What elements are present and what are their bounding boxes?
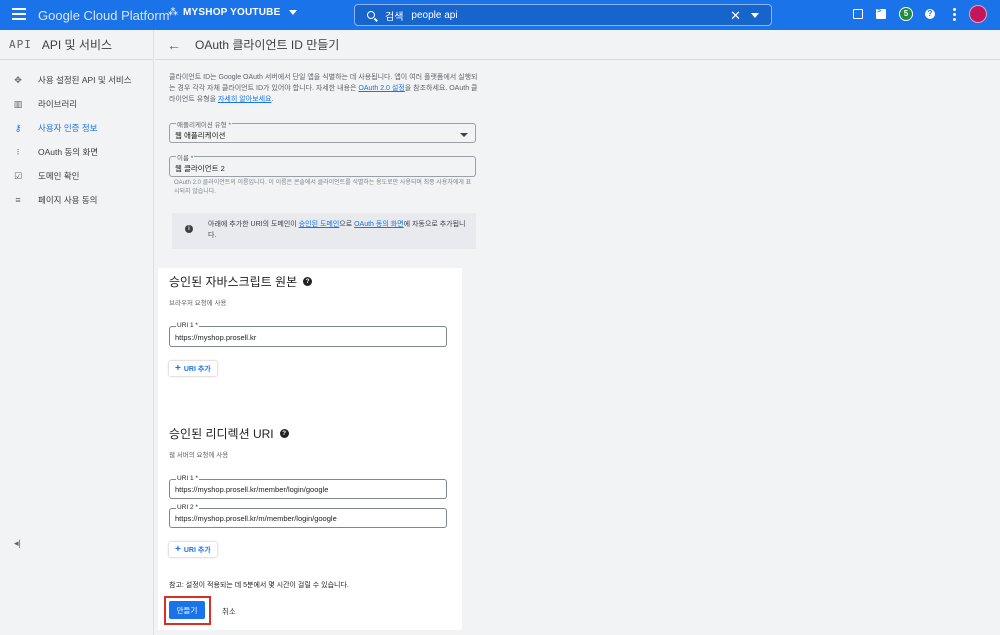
sidebar-title: API 및 서비스 — [41, 38, 113, 52]
sidebar-item-domain-verification[interactable]: ☑ 도메인 확인 — [0, 164, 153, 188]
sidebar-item-label: 도메인 확인 — [38, 171, 80, 181]
back-arrow-icon[interactable]: ← — [167, 37, 181, 53]
help-circle-icon[interactable]: ? — [303, 277, 313, 286]
oauth-setup-link[interactable]: OAuth 2.0 설정 — [358, 85, 404, 92]
top-app-bar: Google Cloud Platform ⁂ MYSHOP YOUTUBE 검… — [0, 0, 1000, 30]
uri-label: URI 2 * — [176, 504, 199, 511]
intro-text-part: . — [271, 96, 274, 103]
name-field[interactable]: 이름 * 웹 클라이언트 2 — [169, 152, 476, 177]
search-input[interactable]: people api — [411, 10, 457, 21]
sidebar-item-enabled-apis[interactable]: ✥ 사용 설정된 API 및 서비스 — [0, 68, 153, 92]
add-js-origin-button[interactable]: + URI 추가 — [169, 361, 217, 376]
user-avatar[interactable] — [969, 5, 987, 23]
sidebar-header: API API 및 서비스 — [0, 30, 153, 60]
search-icon — [367, 11, 375, 19]
info-icon: i — [185, 225, 193, 233]
redirect-uris-subtitle: 웹 서버의 요청에 사용 — [169, 452, 229, 459]
settings-note: 참고: 설정이 적용되는 데 5분에서 몇 시간이 걸릴 수 있습니다. — [169, 582, 349, 589]
sidebar: API API 및 서비스 ✥ 사용 설정된 API 및 서비스 ▥ 라이브러리… — [0, 30, 154, 635]
sidebar-item-library[interactable]: ▥ 라이브러리 — [0, 92, 153, 116]
more-options-icon[interactable] — [953, 8, 957, 23]
search-label: 검색 — [385, 11, 404, 23]
expand-search-icon[interactable] — [751, 13, 759, 18]
page-title: OAuth 클라이언트 ID 만들기 — [195, 38, 340, 52]
sidebar-item-label: 사용 설정된 API 및 서비스 — [38, 75, 132, 85]
redirect-uris-title: 승인된 리디렉션 URI ? — [169, 425, 289, 442]
intro-text: 클라이언트 ID는 Google OAuth 서버에서 단일 앱을 식별하는 데… — [169, 72, 479, 105]
notification-badge[interactable]: 5 — [899, 7, 913, 21]
sidebar-item-label: 사용자 인증 정보 — [38, 123, 98, 133]
create-button[interactable]: 만들기 — [169, 601, 205, 619]
diamond-icon: ✥ — [14, 75, 22, 85]
name-value: 웹 클라이언트 2 — [175, 164, 225, 173]
js-origins-title-text: 승인된 자바스크립트 원본 — [169, 275, 298, 289]
uri-panel: 승인된 자바스크립트 원본 ? 브라우저 요청에 사용 URI 1 * http… — [158, 268, 462, 630]
caret-down-icon — [289, 10, 298, 15]
page-header: ← OAuth 클라이언트 ID 만들기 — [155, 30, 1000, 60]
name-label: 이름 * — [176, 152, 195, 162]
uri-label: URI 1 * — [176, 475, 199, 482]
app-type-label: 애플리케이션 유형 * — [176, 119, 232, 129]
uri-value: https://myshop.prosell.kr/member/login/g… — [175, 485, 329, 494]
cloud-shell-icon[interactable] — [876, 8, 886, 19]
info-text-part: 으로 — [339, 221, 355, 228]
sidebar-item-label: 라이브러리 — [38, 99, 78, 109]
app-type-select[interactable]: 애플리케이션 유형 * 웹 애플리케이션 — [169, 119, 476, 143]
create-button-highlight: 만들기 — [164, 596, 211, 625]
oauth-consent-link[interactable]: OAuth 동의 화면 — [354, 221, 404, 228]
add-uri-label: URI 추가 — [183, 365, 211, 373]
uri-value: https://myshop.prosell.kr — [175, 333, 257, 342]
collapse-sidebar-icon[interactable]: ◂| — [14, 538, 21, 549]
cancel-button[interactable]: 취소 — [222, 606, 236, 617]
sidebar-item-page-usage[interactable]: ≡ 페이지 사용 동의 — [0, 188, 153, 212]
redirect-uris-title-text: 승인된 리디렉션 URI — [169, 427, 274, 441]
info-box: i 아래에 추가한 URI의 도메인이 승인된 도메인으로 OAuth 동의 화… — [172, 213, 476, 249]
uri-value: https://myshop.prosell.kr/m/member/login… — [175, 514, 337, 523]
help-icon[interactable] — [925, 9, 935, 19]
sidebar-item-label: OAuth 동의 화면 — [38, 147, 99, 157]
sidebar-item-label: 페이지 사용 동의 — [38, 195, 98, 205]
dropdown-caret-icon — [460, 133, 468, 137]
key-icon: ⚷ — [14, 123, 22, 133]
project-name: MYSHOP YOUTUBE — [183, 7, 281, 18]
main-content: 클라이언트 ID는 Google OAuth 서버에서 단일 앱을 식별하는 데… — [155, 61, 1000, 635]
redirect-uri-2[interactable]: URI 2 * https://myshop.prosell.kr/m/memb… — [169, 504, 447, 528]
app-type-value: 웹 애플리케이션 — [175, 131, 226, 140]
learn-more-link[interactable]: 자세히 알아보세요 — [218, 96, 271, 103]
add-uri-label: URI 추가 — [183, 546, 211, 554]
info-text-part: 아래에 추가한 URI의 도메인이 — [208, 221, 299, 228]
gift-icon[interactable] — [853, 9, 863, 19]
name-hint: OAuth 2.0 클라이언트의 이름입니다. 이 이름은 콘솔에서 클라이언트… — [174, 180, 472, 195]
consent-icon: ⁝ — [16, 147, 20, 157]
domain-check-icon: ☑ — [13, 171, 23, 181]
sidebar-item-oauth-consent[interactable]: ⁝ OAuth 동의 화면 — [0, 140, 153, 164]
add-redirect-uri-button[interactable]: + URI 추가 — [169, 542, 217, 557]
project-selector[interactable]: ⁂ MYSHOP YOUTUBE — [168, 7, 298, 18]
api-logo: API — [9, 38, 32, 51]
search-bar[interactable]: 검색 people api ✕ — [354, 4, 772, 26]
menu-icon[interactable] — [12, 8, 26, 20]
authorized-domains-link[interactable]: 승인된 도메인 — [299, 221, 340, 228]
js-origins-subtitle: 브라우저 요청에 사용 — [169, 300, 227, 307]
project-icon: ⁂ — [168, 7, 178, 18]
help-circle-icon[interactable]: ? — [279, 429, 289, 438]
plus-icon: + — [175, 363, 181, 374]
redirect-uri-1[interactable]: URI 1 * https://myshop.prosell.kr/member… — [169, 475, 447, 499]
js-origin-uri-1[interactable]: URI 1 * https://myshop.prosell.kr — [169, 322, 447, 347]
library-icon: ▥ — [13, 99, 23, 109]
sidebar-item-credentials[interactable]: ⚷ 사용자 인증 정보 — [0, 116, 153, 140]
plus-icon: + — [175, 544, 181, 555]
clear-search-icon[interactable]: ✕ — [730, 8, 741, 24]
page-usage-icon: ≡ — [15, 195, 21, 205]
uri-label: URI 1 * — [176, 322, 199, 329]
js-origins-title: 승인된 자바스크립트 원본 ? — [169, 273, 313, 290]
brand-name[interactable]: Google Cloud Platform — [38, 8, 170, 23]
info-text: 아래에 추가한 URI의 도메인이 승인된 도메인으로 OAuth 동의 화면에… — [208, 219, 473, 241]
